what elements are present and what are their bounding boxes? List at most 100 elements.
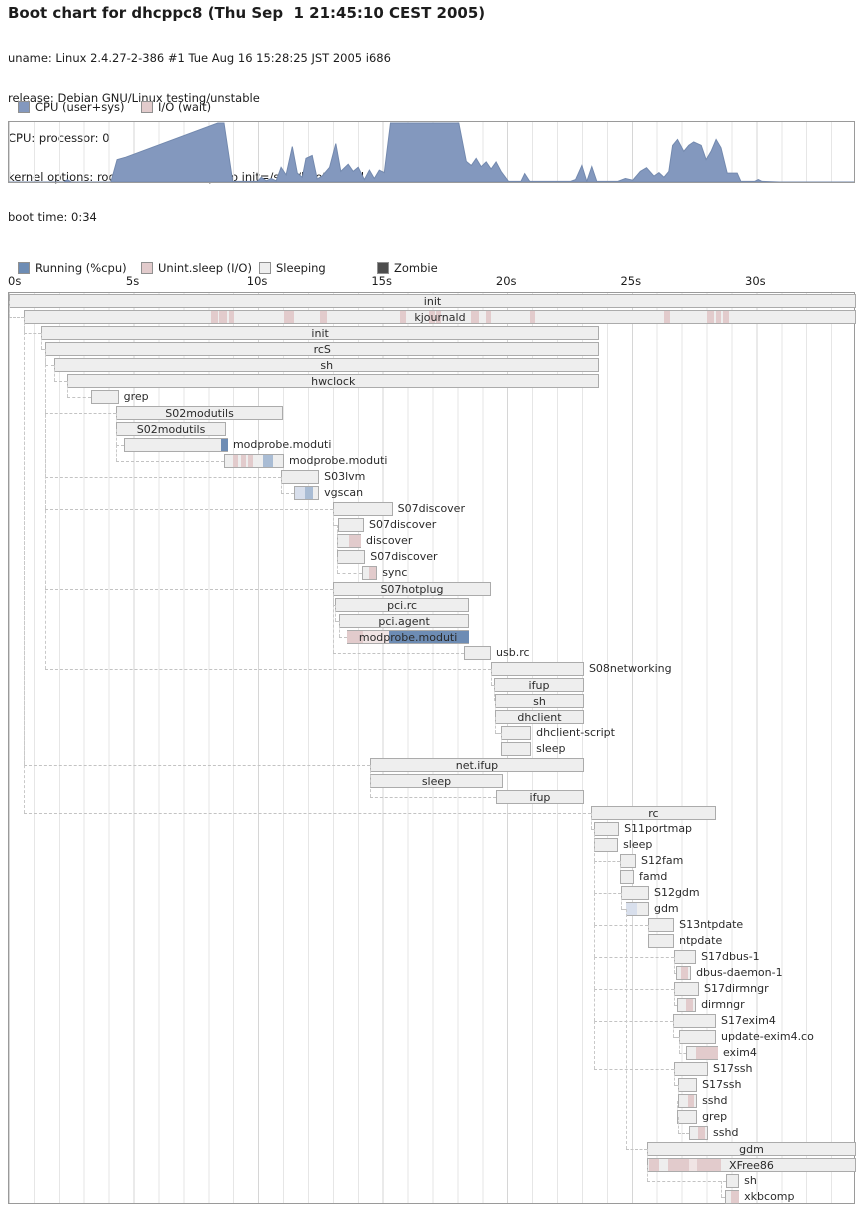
axis-tick-label: 10s — [247, 274, 268, 288]
process-bar-sleep: sleep — [370, 774, 503, 788]
io-wait-segment — [219, 311, 226, 323]
process-bar-gdm — [626, 902, 649, 916]
process-bar-modprobe.moduti — [124, 438, 228, 452]
process-state-legend: Running (%cpu) Unint.sleep (I/O) Sleeping Z… — [8, 261, 848, 275]
process-label: famd — [639, 869, 667, 885]
tree-connector-vertical — [333, 589, 334, 653]
process-label: sh — [744, 1173, 757, 1189]
axis-tick-label: 20s — [496, 274, 517, 288]
tree-connector-vertical — [594, 925, 595, 957]
proc-legend-label: Running (%cpu) — [35, 261, 127, 275]
io-wait-segment — [716, 311, 721, 323]
io-wait-segment — [698, 1127, 705, 1139]
tree-connector — [24, 333, 41, 334]
process-label: usb.rc — [496, 645, 530, 661]
running-segment — [305, 487, 312, 499]
process-label: dbus-daemon-1 — [696, 965, 783, 981]
tree-connector-vertical — [67, 381, 68, 397]
proc-legend-swatch-icon — [259, 262, 271, 274]
io-wait-segment — [320, 311, 326, 323]
running-segment — [295, 487, 305, 499]
process-bar-vgscan — [294, 486, 319, 500]
process-bar-S07discover — [337, 550, 365, 564]
process-label: S17dbus-1 — [701, 949, 760, 965]
process-label: rcS — [314, 343, 331, 356]
io-wait-segment — [284, 311, 294, 323]
process-bar-dhclient: dhclient — [495, 710, 584, 724]
process-bar-S11portmap — [594, 822, 619, 836]
tree-connector-vertical — [621, 893, 622, 909]
io-wait-segment — [400, 311, 406, 323]
process-label: exim4 — [723, 1045, 757, 1061]
tree-connector — [9, 317, 24, 318]
tree-connector-vertical — [491, 669, 492, 685]
process-label: S17exim4 — [721, 1013, 776, 1029]
tree-connector — [678, 1133, 689, 1134]
tree-connector — [647, 1181, 726, 1182]
tree-connector — [45, 509, 333, 510]
process-bar-dbus-daemon-1 — [676, 966, 691, 980]
process-label: S12fam — [641, 853, 683, 869]
proc-legend-swatch-icon — [18, 262, 30, 274]
process-label: S07discover — [398, 501, 465, 517]
running-segment — [263, 455, 273, 467]
tree-connector-vertical — [647, 1165, 648, 1181]
tree-connector-vertical — [594, 861, 595, 893]
tree-connector-vertical — [333, 509, 334, 525]
tree-connector-vertical — [335, 605, 336, 621]
process-bar-net.ifup: net.ifup — [370, 758, 584, 772]
tree-connector-vertical — [591, 813, 592, 829]
process-label: dhclient-script — [536, 725, 615, 741]
process-bar-init: init — [41, 326, 600, 340]
proc-legend-swatch-icon — [377, 262, 389, 274]
proc-legend-label: Zombie — [394, 261, 438, 275]
tree-connector — [45, 365, 54, 366]
process-label: ifup — [530, 791, 551, 804]
tree-connector-vertical — [679, 1037, 680, 1053]
process-label: S07discover — [369, 517, 436, 533]
tree-connector — [116, 445, 124, 446]
process-label: net.ifup — [456, 759, 498, 772]
axis-tick-label: 0s — [8, 274, 21, 288]
tree-connector-vertical — [116, 445, 117, 461]
tree-connector-vertical — [721, 1181, 722, 1197]
io-wait-segment — [688, 1095, 694, 1107]
process-label: init — [424, 295, 441, 308]
process-label: modprobe.moduti — [289, 453, 387, 469]
process-bar-exim4 — [686, 1046, 718, 1060]
tree-connector — [333, 653, 464, 654]
tree-connector — [281, 493, 294, 494]
tree-connector — [45, 669, 491, 670]
tree-connector — [594, 1021, 673, 1022]
proc-legend-label: Unint.sleep (I/O) — [158, 261, 252, 275]
process-bar-grep — [677, 1110, 697, 1124]
io-wait-segment — [681, 967, 688, 979]
process-bar-famd — [620, 870, 634, 884]
cpu-chart-legend: CPU (user+sys)I/O (wait) — [8, 100, 848, 114]
process-label: S11portmap — [624, 821, 692, 837]
process-label: S17ssh — [702, 1077, 741, 1093]
io-wait-segment — [689, 1159, 696, 1171]
process-label: sync — [382, 565, 407, 581]
tree-connector-vertical — [674, 989, 675, 1005]
running-segment — [221, 439, 228, 451]
process-label: update-exim4.co — [721, 1029, 814, 1045]
process-label: dirmngr — [701, 997, 745, 1013]
axis-tick-label: 25s — [620, 274, 641, 288]
io-wait-segment — [471, 311, 478, 323]
process-label: sshd — [713, 1125, 738, 1141]
process-bar-S08networking — [491, 662, 584, 676]
tree-connector-vertical — [281, 477, 282, 493]
proc-legend-item: Sleeping — [259, 261, 326, 275]
process-label: vgscan — [324, 485, 363, 501]
io-wait-segment — [530, 311, 535, 323]
process-label: S17ssh — [713, 1061, 752, 1077]
process-label: init — [311, 327, 328, 340]
process-label: S02modutils — [137, 423, 206, 436]
process-label: S07hotplug — [380, 583, 443, 596]
tree-connector — [339, 637, 347, 638]
process-label: S13ntpdate — [679, 917, 743, 933]
tree-connector-vertical — [116, 429, 117, 445]
process-label: kjournald — [414, 311, 465, 324]
io-wait-segment — [686, 999, 693, 1011]
